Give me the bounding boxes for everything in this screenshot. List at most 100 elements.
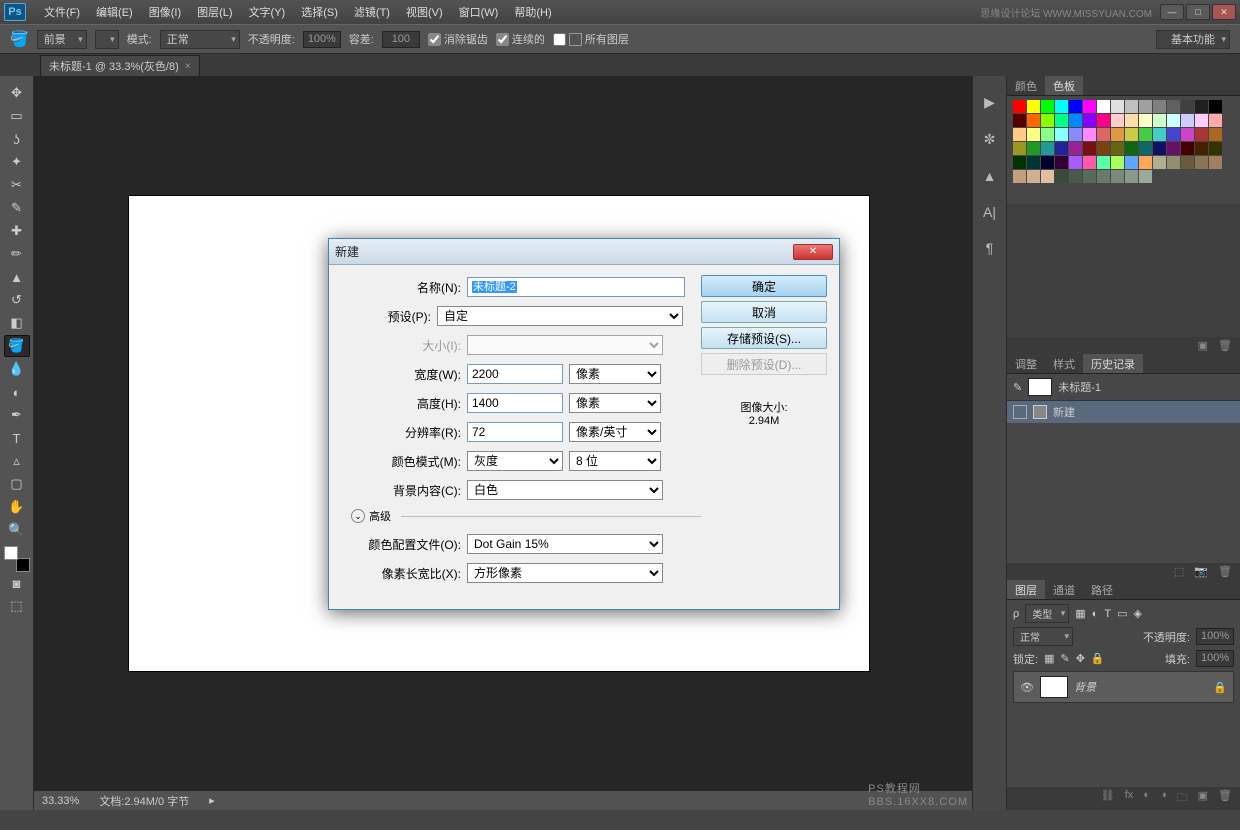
swatch[interactable] — [1041, 114, 1054, 127]
swatch[interactable] — [1139, 170, 1152, 183]
swatch[interactable] — [1097, 128, 1110, 141]
swatch[interactable] — [1111, 156, 1124, 169]
menu-item[interactable]: 文字(Y) — [241, 2, 294, 22]
move-tool[interactable]: ✥ — [4, 82, 30, 104]
type-tool[interactable]: T — [4, 427, 30, 449]
fx-icon[interactable]: fx — [1125, 789, 1134, 808]
document-tab[interactable]: 未标题-1 @ 33.3%(灰色/8) × — [40, 55, 200, 76]
wand-tool[interactable]: ✦ — [4, 151, 30, 173]
maximize-button[interactable]: □ — [1186, 4, 1210, 20]
menu-item[interactable]: 滤镜(T) — [346, 2, 398, 22]
swatch[interactable] — [1153, 114, 1166, 127]
swatch[interactable] — [1013, 142, 1026, 155]
swatch[interactable] — [1209, 156, 1222, 169]
filter-shape-icon[interactable]: ▭ — [1117, 607, 1127, 620]
swatch[interactable] — [1181, 128, 1194, 141]
dialog-titlebar[interactable]: 新建 ✕ — [329, 239, 839, 265]
trash-icon[interactable]: 🗑 — [1218, 339, 1232, 352]
history-doc-row[interactable]: ✎ 未标题-1 — [1007, 374, 1240, 401]
swatch[interactable] — [1055, 100, 1068, 113]
layer-opacity-value[interactable]: 100% — [1196, 628, 1234, 645]
swatch[interactable] — [1013, 114, 1026, 127]
menu-item[interactable]: 图像(I) — [141, 2, 189, 22]
fill-value[interactable]: 100% — [1196, 650, 1234, 667]
swatch[interactable] — [1055, 142, 1068, 155]
new-layer-icon[interactable]: ▣ — [1198, 789, 1208, 808]
swatch[interactable] — [1041, 170, 1054, 183]
new-icon[interactable]: ▣ — [1198, 339, 1208, 352]
swatch[interactable] — [1125, 156, 1138, 169]
swatch[interactable] — [1083, 156, 1096, 169]
swatch[interactable] — [1097, 170, 1110, 183]
filter-adjust-icon[interactable]: ◐ — [1092, 608, 1099, 620]
swatch[interactable] — [1013, 156, 1026, 169]
crop-tool[interactable]: ✂ — [4, 174, 30, 196]
swatch[interactable] — [1097, 100, 1110, 113]
swatch[interactable] — [1097, 156, 1110, 169]
workspace-dropdown[interactable]: 基本功能 — [1156, 30, 1230, 49]
swatch[interactable] — [1125, 170, 1138, 183]
resolution-input[interactable] — [467, 422, 563, 442]
antialias-checkbox[interactable]: 消除锯齿 — [428, 31, 488, 47]
swatch[interactable] — [1055, 128, 1068, 141]
swatch[interactable] — [1083, 100, 1096, 113]
swatch[interactable] — [1111, 128, 1124, 141]
swatches-grid[interactable] — [1007, 96, 1240, 204]
profile-select[interactable]: Dot Gain 15% — [467, 534, 663, 554]
swatch[interactable] — [1139, 142, 1152, 155]
swatch[interactable] — [1013, 100, 1026, 113]
color-tab[interactable]: 颜色 — [1007, 76, 1045, 95]
swatch[interactable] — [1153, 128, 1166, 141]
bitdepth-select[interactable]: 8 位 — [569, 451, 661, 471]
filter-smart-icon[interactable]: ◈ — [1133, 607, 1141, 620]
hand-tool[interactable]: ✋ — [4, 496, 30, 518]
swatch[interactable] — [1153, 142, 1166, 155]
swatch[interactable] — [1167, 156, 1180, 169]
path-tool[interactable]: ▵ — [4, 450, 30, 472]
swatch[interactable] — [1153, 156, 1166, 169]
blur-tool[interactable]: 💧 — [4, 358, 30, 380]
preset-select[interactable]: 自定 — [437, 306, 683, 326]
save-preset-button[interactable]: 存储预设(S)... — [701, 327, 827, 349]
swatch[interactable] — [1181, 142, 1194, 155]
swatch[interactable] — [1027, 170, 1040, 183]
swatch[interactable] — [1083, 170, 1096, 183]
menu-item[interactable]: 编辑(E) — [88, 2, 141, 22]
opacity-value[interactable]: 100% — [303, 31, 341, 48]
swatch[interactable] — [1181, 156, 1194, 169]
swatch[interactable] — [1195, 114, 1208, 127]
eraser-tool[interactable]: ◧ — [4, 312, 30, 334]
swatch[interactable] — [1125, 142, 1138, 155]
filter-kind-dropdown[interactable]: 类型 — [1025, 604, 1069, 623]
fill-source-dropdown[interactable]: 前景 — [37, 30, 87, 49]
swatch[interactable] — [1041, 156, 1054, 169]
swatch[interactable] — [1209, 100, 1222, 113]
swatch[interactable] — [1167, 114, 1180, 127]
contiguous-checkbox[interactable]: 连续的 — [496, 31, 545, 47]
swatch[interactable] — [1041, 100, 1054, 113]
document-tab-close[interactable]: × — [185, 61, 191, 72]
swatch[interactable] — [1181, 100, 1194, 113]
dodge-tool[interactable]: ◐ — [4, 381, 30, 403]
lock-paint-icon[interactable]: ✎ — [1060, 652, 1069, 665]
filter-pixel-icon[interactable]: ▦ — [1075, 607, 1085, 620]
swatch[interactable] — [1027, 142, 1040, 155]
swatch[interactable] — [1125, 100, 1138, 113]
paragraph-icon[interactable]: ¶ — [986, 240, 994, 256]
swatch[interactable] — [1111, 170, 1124, 183]
swatch[interactable] — [1209, 128, 1222, 141]
swatch[interactable] — [1013, 170, 1026, 183]
lock-trans-icon[interactable]: ▦ — [1044, 652, 1054, 665]
fg-bg-color[interactable] — [4, 546, 30, 572]
swatch[interactable] — [1027, 100, 1040, 113]
menu-item[interactable]: 视图(V) — [398, 2, 451, 22]
swatch[interactable] — [1027, 156, 1040, 169]
swatch[interactable] — [1111, 114, 1124, 127]
swatch[interactable] — [1069, 100, 1082, 113]
trash-icon[interactable]: 🗑 — [1218, 789, 1232, 808]
channels-tab[interactable]: 通道 — [1045, 580, 1083, 599]
swatch[interactable] — [1125, 114, 1138, 127]
name-input[interactable]: 未标题-2 — [467, 277, 685, 297]
lasso-tool[interactable]: ʖ — [4, 128, 30, 150]
trash-icon[interactable]: 🗑 — [1218, 565, 1232, 578]
